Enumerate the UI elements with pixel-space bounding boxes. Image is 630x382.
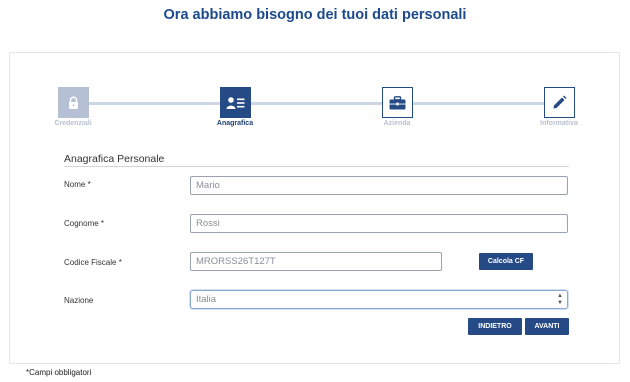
step-informativa-badge xyxy=(543,87,575,118)
section-divider xyxy=(64,166,569,167)
step-informativa-label: Informativa xyxy=(540,120,578,127)
calcola-cf-button[interactable]: Calcola CF xyxy=(479,253,533,270)
id-card-icon xyxy=(226,96,244,109)
nazione-label: Nazione xyxy=(64,296,94,305)
briefcase-icon xyxy=(389,95,405,109)
step-credenziali-badge xyxy=(57,87,89,118)
step-azienda[interactable]: Azienda xyxy=(347,87,447,127)
stepper-track xyxy=(72,102,558,105)
step-credenziali-label: Credenziali xyxy=(54,120,92,127)
lock-icon xyxy=(68,96,78,109)
cognome-label: Cognome * xyxy=(64,219,105,228)
select-updown-icon: ▲ ▼ xyxy=(557,293,563,306)
step-anagrafica[interactable]: Anagrafica xyxy=(185,87,285,127)
step-informativa[interactable]: Informativa xyxy=(509,87,609,127)
pencil-icon xyxy=(553,95,566,109)
step-credenziali[interactable]: Credenziali xyxy=(23,87,123,127)
step-anagrafica-badge xyxy=(219,87,251,118)
nazione-select[interactable]: Italia ▲ ▼ xyxy=(190,290,568,309)
step-azienda-label: Azienda xyxy=(383,120,411,127)
next-button[interactable]: AVANTI xyxy=(525,318,569,335)
step-anagrafica-label: Anagrafica xyxy=(216,120,254,127)
page-title: Ora abbiamo bisogno dei tuoi dati person… xyxy=(163,7,467,23)
nome-input[interactable] xyxy=(190,176,568,195)
nazione-selected-value: Italia xyxy=(196,294,217,305)
step-azienda-badge xyxy=(381,87,413,118)
back-button[interactable]: INDIETRO xyxy=(468,318,522,335)
codice-fiscale-input[interactable] xyxy=(190,252,442,271)
section-title: Anagrafica Personale xyxy=(64,153,165,165)
cognome-input[interactable] xyxy=(190,214,568,233)
required-fields-note: *Campi obbligatori xyxy=(26,368,92,377)
codice-fiscale-label: Codice Fiscale * xyxy=(64,258,122,267)
nome-label: Nome * xyxy=(64,180,91,189)
